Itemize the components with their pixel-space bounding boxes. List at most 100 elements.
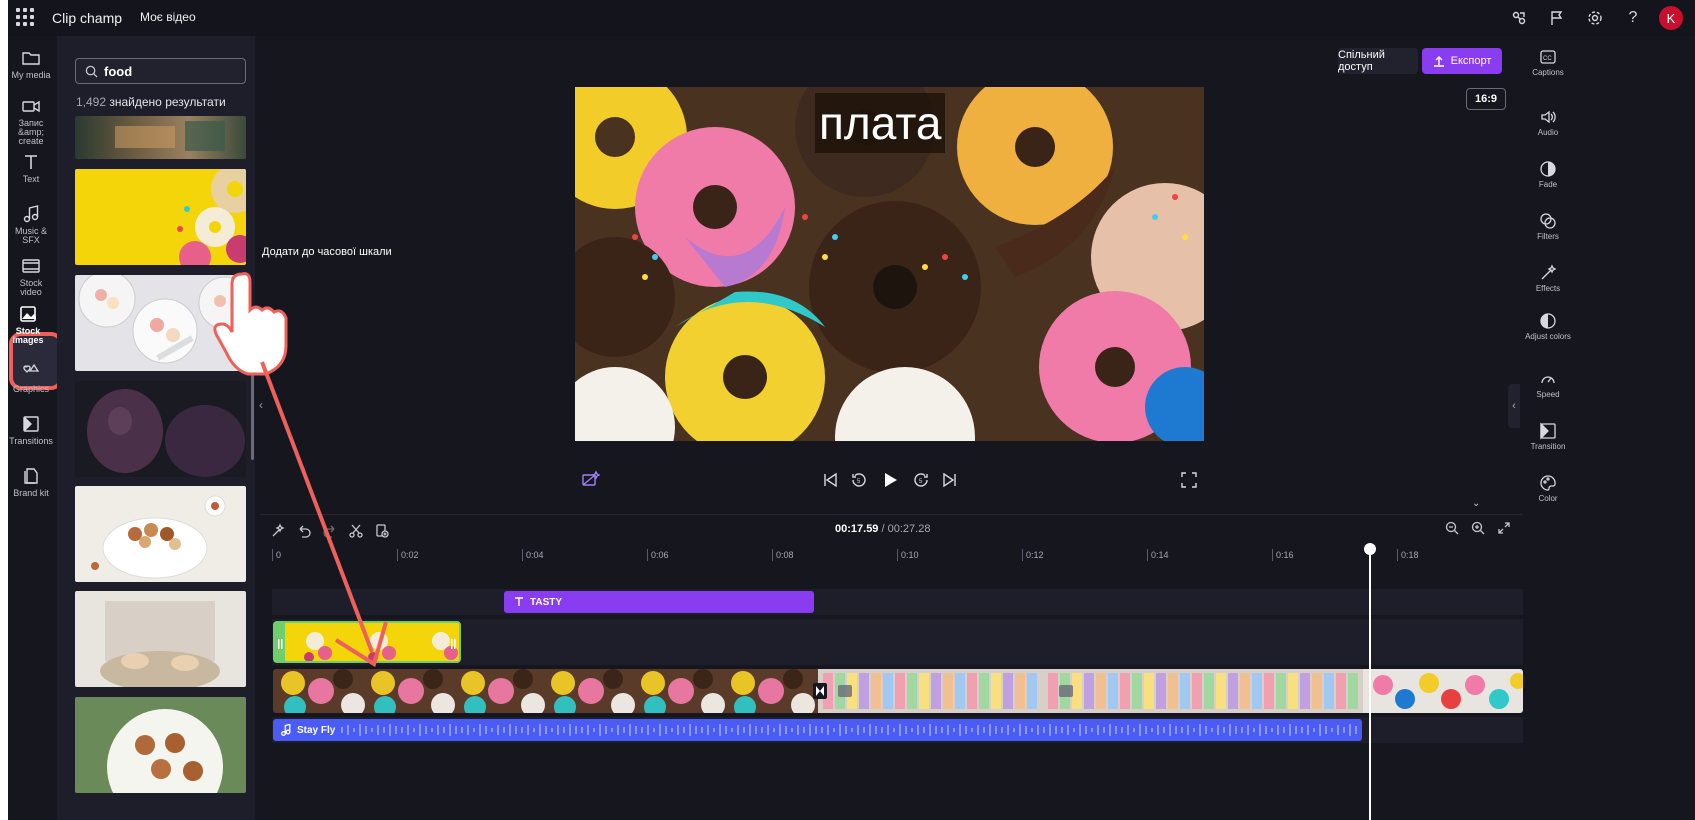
nav-label: Text [22, 174, 40, 184]
magic-select-icon[interactable] [270, 523, 286, 539]
rewind-5-icon[interactable]: 5 [849, 470, 869, 490]
text-clip-label: TASTY [530, 596, 563, 608]
upload-icon [1433, 56, 1444, 67]
text-clip[interactable]: TASTY [504, 591, 814, 613]
nav-graphics[interactable]: Graphics [8, 362, 54, 394]
rnav-adjust-colors[interactable]: Adjust colors [1523, 312, 1573, 341]
fit-timeline-icon[interactable] [1497, 521, 1511, 535]
nav-stock-video[interactable]: Stock video [8, 256, 54, 297]
speed-icon [1541, 376, 1555, 384]
nav-label: Stock video [19, 278, 43, 297]
share-button[interactable]: Спільний доступ [1338, 48, 1418, 74]
nav-transitions[interactable]: Transitions [8, 414, 54, 446]
stock-image-thumb-market[interactable] [75, 116, 246, 159]
app-launcher-icon[interactable] [16, 8, 34, 26]
zoom-out-icon[interactable] [1445, 521, 1459, 535]
rnav-audio[interactable]: Audio [1523, 108, 1573, 137]
nav-stock-images[interactable]: Stock images [8, 304, 48, 345]
preview-title-overlay[interactable]: плата [815, 93, 946, 153]
audio-clip-label: Stay Fly [297, 724, 336, 736]
rnav-color[interactable]: Color [1523, 474, 1573, 503]
stock-image-thumb-baking[interactable] [75, 591, 246, 687]
image-clip-donuts[interactable] [273, 621, 461, 663]
rnav-label: Speed [1536, 390, 1560, 399]
forward-5-icon[interactable]: 5 [911, 470, 931, 490]
magic-icon[interactable] [580, 470, 600, 490]
top-bar: Clip champ Моє відео ? K [8, 0, 1695, 36]
rnav-fade[interactable]: Fade [1523, 160, 1573, 189]
redo-icon[interactable] [322, 523, 338, 539]
video-preview[interactable]: плата [575, 87, 1204, 441]
media-scrollbar[interactable] [251, 365, 254, 460]
timeline-ruler[interactable]: 0 0:02 0:04 0:06 0:08 0:10 0:12 0:14 0:1… [272, 549, 1523, 569]
nav-text[interactable]: Text [8, 152, 54, 184]
help-icon[interactable]: ? [1621, 6, 1645, 30]
audio-clip[interactable]: Stay Fly [273, 719, 1362, 741]
search-input[interactable]: food [75, 58, 246, 84]
tick-label: 0:14 [1147, 549, 1169, 561]
skip-forward-icon[interactable] [940, 470, 960, 490]
rnav-label: Effects [1535, 284, 1561, 293]
zoom-in-icon[interactable] [1471, 521, 1485, 535]
avatar[interactable]: K [1659, 6, 1683, 30]
transition-icon [1540, 422, 1556, 440]
rnav-speed[interactable]: Speed [1523, 370, 1573, 399]
nav-label: Запис &amp; create [17, 118, 44, 146]
tick-label: 0:12 [1022, 549, 1044, 561]
image-icon [20, 306, 36, 322]
current-time: 00:17.59 [835, 523, 879, 535]
tick-label: 0:10 [897, 549, 919, 561]
playhead-handle[interactable] [1364, 543, 1376, 555]
export-button[interactable]: Експорт [1422, 48, 1502, 74]
palette-icon [1540, 475, 1556, 491]
total-time: / 00:27.28 [881, 523, 931, 535]
scissors-icon[interactable] [348, 523, 364, 539]
add-to-timeline-tooltip: Додати до часової шкали [256, 240, 398, 264]
music-icon [23, 205, 39, 223]
stock-image-thumb-gingerbread[interactable] [75, 697, 246, 793]
right-nav: CC Captions Audio Fade Filters Effects A… [1523, 36, 1573, 820]
tick-label: 0:18 [1397, 549, 1419, 561]
collapse-left-panel-icon[interactable]: ‹ [259, 398, 269, 414]
svg-text:CC: CC [1543, 56, 1552, 62]
duplicate-icon[interactable] [374, 523, 390, 539]
audio-waveform [341, 724, 1358, 736]
undo-icon[interactable] [296, 523, 312, 539]
timeline-toolbar [270, 521, 390, 541]
skip-back-icon[interactable] [820, 470, 840, 490]
rnav-filters[interactable]: Filters [1523, 212, 1573, 241]
market-image [115, 121, 225, 151]
tick-label: 0:08 [772, 549, 794, 561]
tick-label: 0:04 [522, 549, 544, 561]
nav-record-create[interactable]: Запис &amp; create [8, 96, 54, 146]
search-value: food [104, 63, 133, 79]
text-icon [515, 597, 523, 606]
rnav-label: Fade [1538, 180, 1558, 189]
share-network-icon[interactable] [1507, 6, 1531, 30]
rnav-captions[interactable]: CC Captions [1523, 48, 1573, 77]
gingerbread-image [107, 709, 223, 793]
figs-image [87, 389, 245, 477]
flag-icon[interactable] [1545, 6, 1569, 30]
play-icon[interactable] [880, 470, 900, 490]
nav-music-sfx[interactable]: Music & SFX [8, 204, 54, 245]
chevron-down-icon[interactable]: ⌄ [1472, 498, 1486, 510]
video-clip-strip[interactable] [273, 669, 1523, 713]
rnav-transition[interactable]: Transition [1523, 422, 1573, 451]
project-name[interactable]: Моє відео [140, 10, 196, 24]
nav-brand-kit[interactable]: Brand kit [8, 466, 54, 498]
nav-my-media[interactable]: My media [8, 48, 54, 80]
stock-image-thumb-figs[interactable] [75, 381, 246, 477]
playhead[interactable] [1369, 545, 1371, 820]
collapse-right-panel-icon[interactable]: ‹ [1508, 384, 1520, 428]
rnav-effects[interactable]: Effects [1523, 264, 1573, 293]
rnav-label: Captions [1532, 68, 1564, 77]
fullscreen-icon[interactable] [1179, 470, 1199, 490]
stock-image-thumb-donuts-yellow[interactable] [75, 169, 246, 265]
aspect-ratio-button[interactable]: 16:9 [1466, 88, 1506, 110]
stock-image-thumb-dumplings[interactable] [75, 275, 246, 371]
dumplings-image [78, 275, 246, 364]
stock-image-thumb-nuts[interactable] [75, 486, 246, 582]
video-clip-thumbs [273, 669, 1523, 713]
gear-icon[interactable] [1583, 6, 1607, 30]
